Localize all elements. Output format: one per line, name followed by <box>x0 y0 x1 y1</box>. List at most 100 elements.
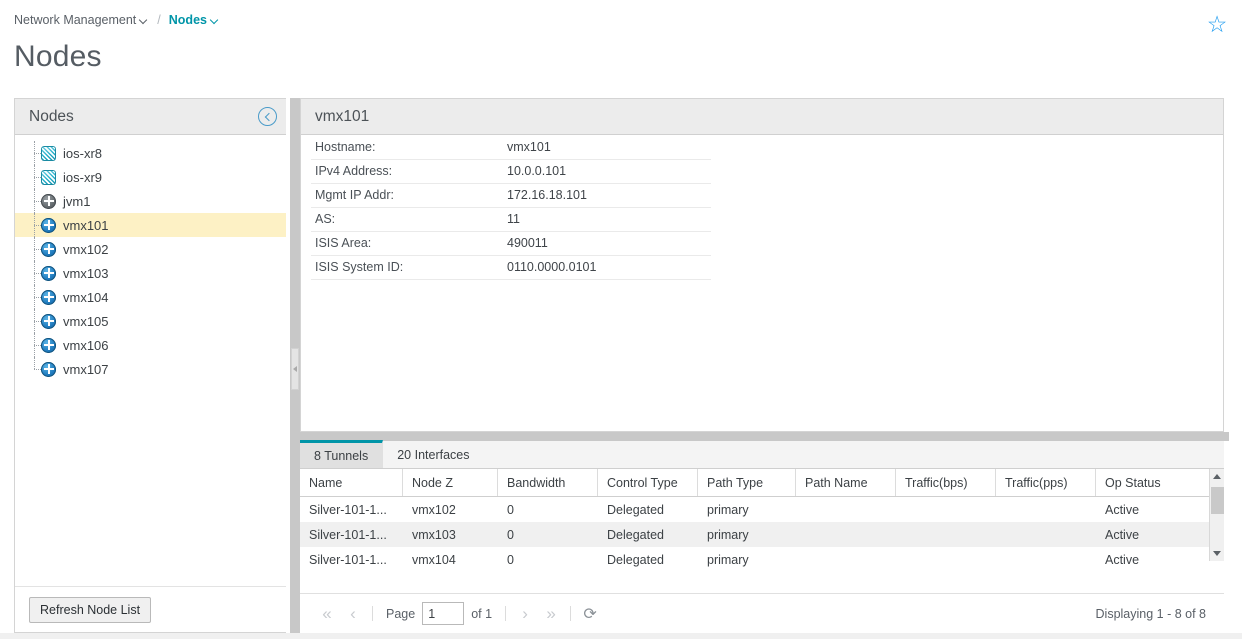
router-icon <box>41 290 56 305</box>
switch-icon <box>41 170 56 185</box>
sidebar-item-label: vmx104 <box>63 290 109 305</box>
sidebar-item-jvm1[interactable]: jvm1 <box>15 189 286 213</box>
table-cell: Silver-101-1... <box>300 522 403 547</box>
detail-row: Hostname:vmx101 <box>311 135 711 159</box>
router-icon <box>41 362 56 377</box>
node-detail-title: vmx101 <box>301 99 1223 135</box>
table-cell: vmx103 <box>403 522 498 547</box>
tunnels-grid-panel: 8 Tunnels20 Interfaces NameNode ZBandwid… <box>300 441 1224 633</box>
scroll-down-icon[interactable] <box>1210 546 1224 561</box>
sidebar-item-vmx103[interactable]: vmx103 <box>15 261 286 285</box>
sidebar-item-vmx102[interactable]: vmx102 <box>15 237 286 261</box>
detail-row: IPv4 Address:10.0.0.101 <box>311 159 711 183</box>
sidebar-item-vmx101[interactable]: vmx101 <box>15 213 286 237</box>
collapse-panel-icon[interactable] <box>258 107 277 126</box>
prev-page-icon[interactable]: ‹ <box>340 601 366 627</box>
sidebar-item-ios-xr8[interactable]: ios-xr8 <box>15 141 286 165</box>
breadcrumb-root[interactable]: Network Management <box>14 13 149 27</box>
pager-divider <box>372 606 373 621</box>
breadcrumb-current-label: Nodes <box>169 13 207 27</box>
table-cell: Active <box>1096 497 1210 522</box>
sidebar-item-ios-xr9[interactable]: ios-xr9 <box>15 165 286 189</box>
detail-key: AS: <box>311 207 503 231</box>
chevron-down-icon <box>211 16 220 25</box>
next-page-icon[interactable]: › <box>512 601 538 627</box>
grid-tabbar: 8 Tunnels20 Interfaces <box>300 441 1224 469</box>
table-row[interactable]: Silver-101-1...vmx1020DelegatedprimaryAc… <box>300 497 1224 522</box>
refresh-node-list-button[interactable]: Refresh Node List <box>29 597 151 623</box>
table-cell <box>996 497 1096 522</box>
table-cell: Delegated <box>598 497 698 522</box>
table-cell: vmx104 <box>403 547 498 572</box>
page-number-input[interactable] <box>422 602 464 625</box>
column-header[interactable]: Traffic(pps) <box>996 469 1096 496</box>
table-cell: primary <box>698 497 796 522</box>
breadcrumb: Network Management / Nodes <box>14 13 220 27</box>
router-gray-icon <box>41 194 56 209</box>
detail-row: ISIS Area:490011 <box>311 231 711 255</box>
tab-interfaces[interactable]: 20 Interfaces <box>383 441 484 468</box>
table-cell <box>896 522 996 547</box>
column-header[interactable]: Bandwidth <box>498 469 598 496</box>
sidebar-item-label: ios-xr9 <box>63 170 102 185</box>
switch-icon <box>41 146 56 161</box>
sidebar-item-label: vmx101 <box>63 218 109 233</box>
detail-value: 11 <box>503 207 711 231</box>
table-cell <box>796 522 896 547</box>
detail-key: IPv4 Address: <box>311 159 503 183</box>
horizontal-splitter[interactable] <box>295 432 1229 441</box>
vertical-splitter[interactable] <box>290 98 300 633</box>
splitter-collapse-handle[interactable] <box>291 348 299 390</box>
column-header[interactable]: Op Status <box>1096 469 1210 496</box>
table-cell <box>796 497 896 522</box>
detail-key: Mgmt IP Addr: <box>311 183 503 207</box>
table-cell: 0 <box>498 497 598 522</box>
sidebar-item-vmx107[interactable]: vmx107 <box>15 357 286 381</box>
column-header[interactable]: Path Name <box>796 469 896 496</box>
table-cell: Silver-101-1... <box>300 497 403 522</box>
detail-value: 0110.0000.0101 <box>503 255 711 279</box>
column-header[interactable]: Name <box>300 469 403 496</box>
chevron-down-icon <box>140 16 149 25</box>
grid-pager: « ‹ Page of 1 › » ⟳ Displaying 1 - 8 of … <box>300 593 1224 633</box>
table-cell <box>996 522 1096 547</box>
pager-divider <box>570 606 571 621</box>
column-header[interactable]: Traffic(bps) <box>896 469 996 496</box>
sidebar-item-label: jvm1 <box>63 194 90 209</box>
column-header[interactable]: Node Z <box>403 469 498 496</box>
grid-header-row: NameNode ZBandwidthControl TypePath Type… <box>300 469 1224 497</box>
sidebar-item-label: vmx106 <box>63 338 109 353</box>
refresh-icon[interactable]: ⟳ <box>577 601 603 627</box>
tunnels-grid: NameNode ZBandwidthControl TypePath Type… <box>300 469 1224 572</box>
breadcrumb-current[interactable]: Nodes <box>169 13 220 27</box>
table-row[interactable]: Silver-101-1...vmx1030DelegatedprimaryAc… <box>300 522 1224 547</box>
table-cell: primary <box>698 522 796 547</box>
router-icon <box>41 242 56 257</box>
node-tree[interactable]: ios-xr8 ios-xr9 jvm1 vmx101 vmx102vmx103 vmx1… <box>15 135 286 595</box>
detail-row: ISIS System ID:0110.0000.0101 <box>311 255 711 279</box>
node-detail-table: Hostname:vmx101IPv4 Address:10.0.0.101Mg… <box>311 135 711 280</box>
sidebar-item-label: ios-xr8 <box>63 146 102 161</box>
grid-vertical-scrollbar[interactable] <box>1209 469 1224 561</box>
table-row[interactable]: Silver-101-1...vmx1040DelegatedprimaryAc… <box>300 547 1224 572</box>
column-header[interactable]: Path Type <box>698 469 796 496</box>
breadcrumb-separator: / <box>155 13 162 27</box>
table-cell: Active <box>1096 547 1210 572</box>
favorite-star-icon[interactable]: ☆ <box>1204 11 1230 37</box>
tab-tunnels[interactable]: 8 Tunnels <box>300 440 383 468</box>
sidebar-item-vmx104[interactable]: vmx104 <box>15 285 286 309</box>
last-page-icon[interactable]: » <box>538 601 564 627</box>
nodes-panel-footer: Refresh Node List <box>15 586 286 632</box>
column-header[interactable]: Control Type <box>598 469 698 496</box>
first-page-icon[interactable]: « <box>314 601 340 627</box>
detail-row: Mgmt IP Addr:172.16.18.101 <box>311 183 711 207</box>
table-cell: Active <box>1096 522 1210 547</box>
router-icon <box>41 338 56 353</box>
sidebar-item-label: vmx107 <box>63 362 109 377</box>
scroll-up-icon[interactable] <box>1210 469 1224 484</box>
sidebar-item-vmx105[interactable]: vmx105 <box>15 309 286 333</box>
sidebar-item-vmx106[interactable]: vmx106 <box>15 333 286 357</box>
detail-value: 172.16.18.101 <box>503 183 711 207</box>
scrollbar-thumb[interactable] <box>1211 487 1224 514</box>
breadcrumb-root-label: Network Management <box>14 13 136 27</box>
